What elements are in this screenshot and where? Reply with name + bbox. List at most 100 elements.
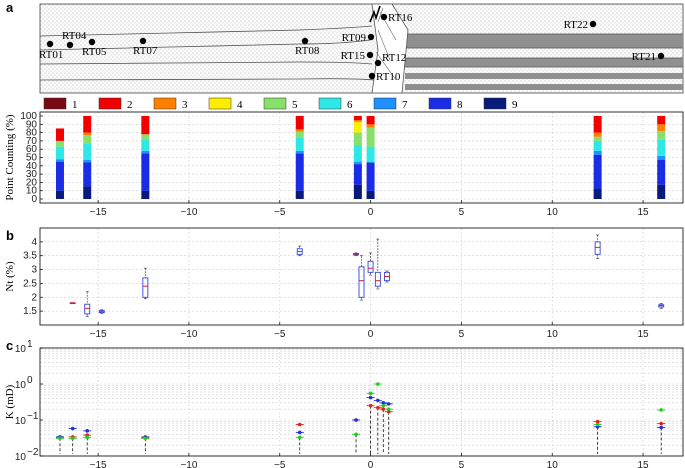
legend-item: 6 bbox=[318, 97, 353, 111]
x-tick-label: −5 bbox=[274, 329, 286, 340]
bar-segment bbox=[83, 186, 92, 199]
permeability-sample bbox=[295, 422, 304, 454]
box-plot bbox=[358, 255, 365, 301]
legend-swatch bbox=[318, 97, 342, 110]
bar-segment bbox=[366, 190, 375, 199]
k-value-point bbox=[376, 405, 380, 410]
k-value-point bbox=[659, 425, 664, 430]
bar-segment bbox=[366, 162, 375, 191]
bar-segment bbox=[593, 140, 602, 151]
k-value-point bbox=[381, 403, 386, 408]
legend-label: 3 bbox=[182, 99, 188, 111]
bar-segment bbox=[593, 189, 602, 199]
y-tick-exponent: 0 bbox=[27, 375, 33, 386]
well-marker bbox=[46, 40, 54, 48]
box-plot bbox=[296, 245, 303, 257]
y-tick-label: 1.5 bbox=[23, 306, 37, 317]
bar-segment bbox=[55, 190, 64, 199]
legend-item: 3 bbox=[153, 97, 188, 111]
x-tick-label: −15 bbox=[90, 207, 107, 218]
bar-segment bbox=[141, 150, 150, 154]
bar-segment bbox=[366, 116, 375, 125]
k-value-point bbox=[368, 395, 373, 400]
bar-segment bbox=[593, 136, 602, 141]
stacked-bar-chart: −15 −10 −5 0 5 10 150102030405060708090100Poin… bbox=[4, 111, 684, 218]
k-value-point bbox=[386, 402, 391, 406]
legend-swatch bbox=[263, 97, 287, 110]
legend-swatch bbox=[153, 97, 177, 110]
stacked-bar bbox=[657, 116, 666, 199]
legend-label: 6 bbox=[347, 99, 353, 111]
legend-label: 2 bbox=[127, 99, 133, 111]
well-marker bbox=[88, 38, 96, 46]
x-tick-label: −10 bbox=[180, 329, 197, 340]
k-value-point bbox=[376, 398, 380, 403]
stacked-bar bbox=[593, 116, 602, 199]
stacked-bar bbox=[295, 116, 304, 199]
legend-label: 1 bbox=[72, 99, 78, 111]
permeability-sample bbox=[593, 419, 602, 454]
well-marker bbox=[380, 13, 388, 21]
cross-section-map: RT01 RT04 RT05 RT07 RT08 RT09 RT15 RT12 RT10 RT16… bbox=[39, 3, 684, 94]
figure: a b c RT01RT04RT05 RT07 RT08RT09RT15 RT12RT… bbox=[4, 0, 684, 468]
bar-segment bbox=[657, 155, 666, 160]
bar-segment bbox=[593, 132, 602, 137]
k-value-point bbox=[354, 432, 358, 437]
legend-swatch bbox=[373, 97, 397, 110]
map-gray-layer bbox=[405, 34, 683, 48]
k-value-point bbox=[595, 422, 600, 427]
x-tick-label: −10 bbox=[180, 460, 197, 468]
permeability-sample bbox=[83, 429, 92, 454]
bar-segment bbox=[657, 184, 666, 199]
box-body bbox=[358, 266, 365, 298]
legend-label: 9 bbox=[512, 99, 518, 111]
panel-label-c: c bbox=[6, 338, 13, 353]
y-tick-label: 2.5 bbox=[23, 278, 37, 289]
permeability-sample bbox=[141, 435, 150, 454]
x-tick-label: −5 bbox=[274, 207, 286, 218]
x-tick-label: 10 bbox=[547, 207, 559, 218]
box-plot bbox=[594, 234, 601, 259]
k-value-point bbox=[297, 435, 302, 440]
x-tick-label: 5 bbox=[459, 207, 465, 218]
bar-segment bbox=[295, 150, 304, 154]
bar-segment bbox=[55, 146, 64, 160]
x-tick-label: −10 bbox=[180, 207, 197, 218]
legend: 1 2 3 4 5 6 7 8 9 bbox=[43, 97, 518, 111]
k-value-point bbox=[376, 382, 380, 386]
bar-segment bbox=[141, 153, 150, 191]
permeability-chart: −15 −10 −5 0 5 10 1510 −210 −110 010 1K (mD) bbox=[4, 339, 684, 468]
y-tick-label: 10 bbox=[15, 416, 27, 427]
permeability-sample bbox=[373, 382, 382, 454]
legend-item: 5 bbox=[263, 97, 298, 111]
bar-segment bbox=[353, 132, 362, 146]
k-value-point bbox=[354, 418, 358, 422]
k-value-point bbox=[297, 430, 302, 435]
x-tick-label: 0 bbox=[368, 460, 374, 468]
bar-segment bbox=[657, 159, 666, 185]
box-plot-chart: −15 −10 −5 0 5 10 15 1.5 2 2.5 3 3.5 4 Nt (%) bbox=[4, 227, 684, 340]
y-tick-label: 10 bbox=[15, 380, 27, 391]
bar-segment bbox=[593, 150, 602, 156]
x-tick-label: 15 bbox=[637, 329, 649, 340]
bar-segment bbox=[657, 116, 666, 125]
k-value-point bbox=[659, 421, 664, 426]
box-plot bbox=[98, 309, 105, 314]
bar-segment bbox=[593, 116, 602, 133]
well-marker bbox=[367, 33, 375, 41]
k-value-point bbox=[386, 407, 391, 411]
well-label: RT04 bbox=[62, 30, 87, 42]
box-plot bbox=[84, 291, 91, 318]
box-plot bbox=[383, 270, 390, 283]
legend-item: 2 bbox=[98, 97, 133, 111]
legend-label: 8 bbox=[457, 99, 463, 111]
bar-segment bbox=[366, 146, 375, 163]
well-label: RT07 bbox=[133, 45, 158, 57]
well-marker bbox=[368, 72, 376, 80]
y-tick-label: 3 bbox=[31, 265, 37, 276]
bar-segment bbox=[55, 140, 64, 147]
bar-segment bbox=[366, 127, 375, 147]
bar-segment bbox=[353, 161, 362, 165]
box-body bbox=[374, 271, 381, 287]
stacked-bar bbox=[366, 116, 375, 199]
